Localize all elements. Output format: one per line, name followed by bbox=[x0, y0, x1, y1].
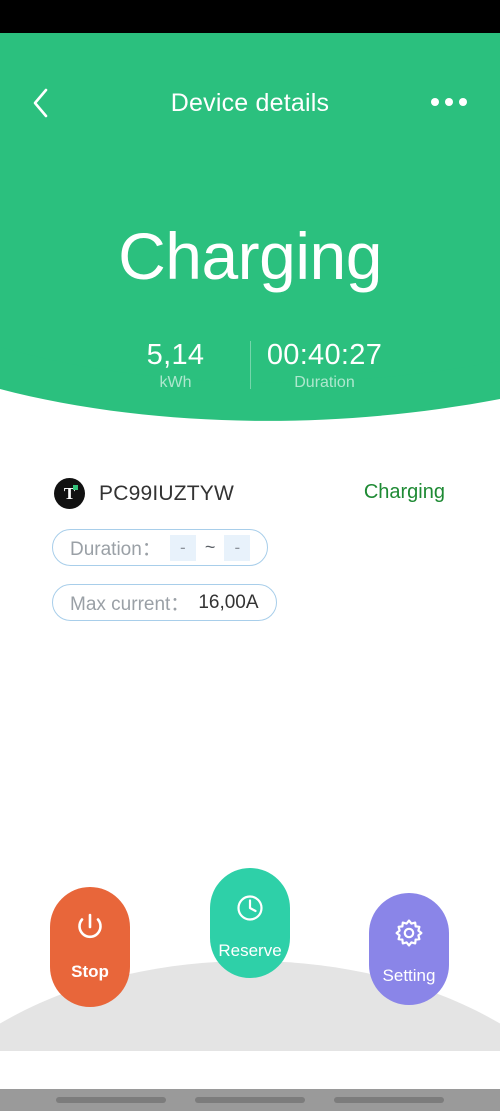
clock-icon bbox=[234, 892, 266, 929]
stat-duration-label: Duration bbox=[294, 374, 355, 392]
reserve-button-label: Reserve bbox=[218, 941, 282, 960]
status-bar bbox=[0, 0, 500, 33]
stat-energy-label: kWh bbox=[159, 374, 192, 392]
swipe-up-hint[interactable]: ↑ Swipe up bbox=[0, 1058, 500, 1081]
more-dot bbox=[459, 98, 467, 106]
nav-recents-button[interactable] bbox=[56, 1097, 167, 1103]
swipe-up-label: Swipe up bbox=[217, 1058, 300, 1080]
gear-icon bbox=[393, 917, 425, 954]
stop-button-label: Stop bbox=[71, 962, 109, 981]
device-brand-icon: T bbox=[54, 478, 85, 509]
app-bar: Device details bbox=[0, 33, 500, 118]
device-badge-letter: T bbox=[63, 483, 76, 503]
hero-section: Device details Charging 5,14 kWh 00:40:2… bbox=[0, 33, 500, 433]
max-current-field[interactable]: Max current： 16,00A bbox=[52, 584, 277, 621]
duration-field[interactable]: Duration： - ~ - bbox=[52, 529, 269, 566]
system-navigation-bar bbox=[0, 1089, 500, 1111]
arrow-up-icon: ↑ bbox=[200, 1058, 211, 1080]
max-current-label: Max current： bbox=[70, 594, 190, 615]
more-options-button[interactable] bbox=[426, 85, 472, 119]
hero-stats: 5,14 kWh 00:40:27 Duration bbox=[0, 339, 500, 392]
device-id: PC99IUZTYW bbox=[99, 481, 235, 505]
more-dot bbox=[431, 98, 439, 106]
status-badge: Charging bbox=[363, 481, 445, 503]
duration-start-chip[interactable]: - bbox=[169, 534, 196, 561]
stat-energy-value: 5,14 bbox=[146, 339, 205, 371]
max-current-value: 16,00A bbox=[198, 591, 259, 613]
action-buttons: Stop Reserve Setting bbox=[0, 868, 500, 1111]
more-dot bbox=[445, 98, 453, 106]
duration-end-chip[interactable]: - bbox=[224, 534, 251, 561]
nav-back-button[interactable] bbox=[333, 1097, 444, 1103]
stat-energy: 5,14 kWh bbox=[116, 339, 236, 392]
stat-divider bbox=[249, 341, 251, 389]
duration-field-label: Duration： bbox=[70, 539, 161, 560]
page-title: Device details bbox=[170, 89, 330, 117]
reserve-button[interactable]: Reserve bbox=[210, 868, 290, 978]
setting-button[interactable]: Setting bbox=[369, 893, 449, 1005]
device-badge-accent bbox=[73, 485, 78, 490]
stop-button[interactable]: Stop bbox=[50, 887, 130, 1007]
device-details-screen: Device details Charging 5,14 kWh 00:40:2… bbox=[0, 0, 500, 1111]
stat-duration-value: 00:40:27 bbox=[266, 339, 383, 371]
charging-state-title: Charging bbox=[118, 219, 382, 293]
duration-separator: ~ bbox=[204, 537, 216, 557]
stat-duration: 00:40:27 Duration bbox=[265, 339, 385, 392]
device-row[interactable]: T PC99IUZTYW Charging bbox=[0, 478, 500, 509]
nav-home-button[interactable] bbox=[194, 1097, 305, 1103]
power-icon bbox=[73, 911, 107, 950]
setting-button-label: Setting bbox=[382, 966, 436, 985]
